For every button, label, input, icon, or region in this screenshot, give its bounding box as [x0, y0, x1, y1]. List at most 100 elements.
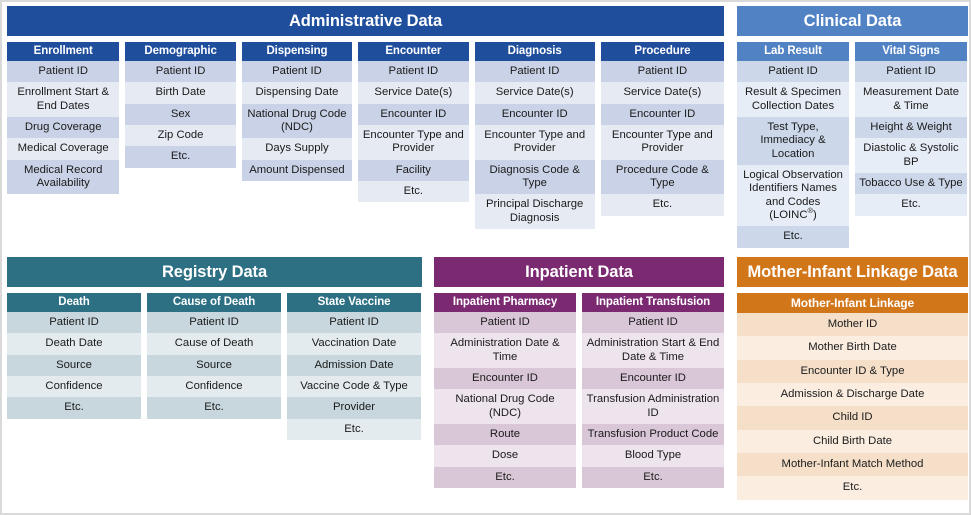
table-row: Dispensing Date [241, 82, 353, 104]
table-row: Patient ID [582, 312, 724, 334]
table-mother-infant-linkage: Mother-Infant Linkage Mother ID Mother Bir… [737, 293, 968, 500]
table-header-demographic: Demographic [125, 42, 236, 61]
table-header-inpatient-pharmacy: Inpatient Pharmacy [434, 293, 576, 312]
table-header-enrollment: Enrollment [7, 42, 120, 61]
table-row: Encounter Type and Provider [358, 124, 469, 160]
table-row: Patient ID [474, 61, 595, 83]
group-title-mother-infant-linkage-data: Mother-Infant Linkage Data [737, 257, 968, 287]
table-row: Sex [125, 103, 236, 125]
table-row: Confidence [147, 375, 281, 398]
table-row: Mother Birth Date [737, 336, 968, 360]
table-row: Blood Type [582, 445, 724, 467]
table-row: National Drug Code (NDC) [434, 389, 576, 424]
table-dispensing: Dispensing Patient ID Dispensing Date Natio… [241, 42, 353, 181]
table-row: Patient ID [241, 61, 353, 83]
table-row: Vaccine Code & Type [287, 375, 421, 398]
table-header-diagnosis: Diagnosis [474, 42, 595, 61]
table-row: Etc. [125, 146, 236, 168]
table-row: National Drug Code (NDC) [241, 103, 353, 139]
table-row: Administration Date & Time [434, 333, 576, 368]
table-row: Tobacco Use & Type [855, 172, 967, 195]
table-row: Patient ID [287, 312, 421, 334]
table-row: Encounter Type and Provider [600, 124, 724, 160]
table-row: Zip Code [125, 124, 236, 147]
table-row: Etc. [582, 466, 724, 488]
table-row: Patient ID [737, 61, 849, 83]
table-row: Etc. [287, 418, 421, 440]
table-row: Height & Weight [855, 116, 967, 139]
table-row: Source [7, 354, 141, 376]
table-row: Transfusion Product Code [582, 423, 724, 446]
table-header-dispensing: Dispensing [241, 42, 353, 61]
table-row: Patient ID [7, 61, 120, 83]
table-row: Measurement Date & Time [855, 82, 967, 117]
table-row: Encounter ID [582, 367, 724, 390]
group-columns-registry-data: Death Patient ID Death Date Source Confidenc… [7, 293, 422, 440]
table-demographic: Demographic Patient ID Birth Date Sex Zip Co… [125, 42, 236, 168]
table-row: Administration Start & End Date & Time [582, 333, 724, 368]
table-encounter: Encounter Patient ID Service Date(s) Encoun… [358, 42, 469, 203]
table-row: Vaccination Date [287, 333, 421, 355]
table-row: Encounter Type and Provider [474, 124, 595, 160]
group-administrative-data: Administrative Data Enrollment Patient ID… [7, 6, 724, 229]
table-row: Patient ID [147, 312, 281, 334]
table-row: Etc. [737, 226, 849, 248]
table-row: Etc. [147, 397, 281, 419]
table-row: Days Supply [241, 138, 353, 160]
data-model-diagram: Administrative Data Enrollment Patient ID… [0, 0, 971, 515]
group-mother-infant-linkage-data: Mother-Infant Linkage Data Mother-Infant… [737, 257, 968, 500]
table-diagnosis: Diagnosis Patient ID Service Date(s) Encoun… [474, 42, 595, 229]
table-row: Child Birth Date [737, 429, 968, 453]
table-row: Patient ID [358, 61, 469, 83]
table-header-inpatient-transfusion: Inpatient Transfusion [582, 293, 724, 312]
table-row: Amount Dispensed [241, 159, 353, 181]
table-row: Principal Discharge Diagnosis [474, 194, 595, 229]
group-columns-mother-infant-linkage-data: Mother-Infant Linkage Mother ID Mother Bir… [737, 293, 968, 500]
table-row: Service Date(s) [474, 82, 595, 104]
table-row: Medical Coverage [7, 138, 120, 160]
table-row: Admission Date [287, 354, 421, 376]
table-death: Death Patient ID Death Date Source Confidenc… [7, 293, 141, 419]
group-columns-clinical-data: Lab Result Patient ID Result & Specimen Co… [737, 42, 968, 248]
table-header-vital-signs: Vital Signs [855, 42, 967, 61]
table-row: Mother-Infant Match Method [737, 452, 968, 477]
group-registry-data: Registry Data Death Patient ID Death Date S… [7, 257, 422, 440]
table-row: Service Date(s) [600, 82, 724, 104]
table-row: Etc. [855, 194, 967, 216]
group-columns-administrative-data: Enrollment Patient ID Enrollment Start & E… [7, 42, 724, 229]
table-enrollment: Enrollment Patient ID Enrollment Start & E… [7, 42, 120, 195]
table-row: Mother ID [737, 313, 968, 337]
table-row: Result & Specimen Collection Dates [737, 82, 849, 117]
table-row: Patient ID [434, 312, 576, 334]
table-row: Etc. [434, 466, 576, 488]
table-procedure: Procedure Patient ID Service Date(s) Encoun… [600, 42, 724, 216]
table-row: Diagnosis Code & Type [474, 159, 595, 195]
group-title-clinical-data: Clinical Data [737, 6, 968, 36]
group-title-inpatient-data: Inpatient Data [434, 257, 724, 287]
group-title-registry-data: Registry Data [7, 257, 422, 287]
table-row: Service Date(s) [358, 82, 469, 104]
table-row: Admission & Discharge Date [737, 382, 968, 407]
table-row: Etc. [7, 397, 141, 419]
table-row: Etc. [600, 194, 724, 216]
table-cause-of-death: Cause of Death Patient ID Cause of Death So… [147, 293, 281, 419]
table-row: Encounter ID [358, 103, 469, 125]
table-row: Dose [434, 445, 576, 467]
group-clinical-data: Clinical Data Lab Result Patient ID Result… [737, 6, 968, 248]
group-columns-inpatient-data: Inpatient Pharmacy Patient ID Administrati… [434, 293, 724, 488]
table-row: Diastolic & Systolic BP [855, 138, 967, 173]
table-row: Cause of Death [147, 333, 281, 355]
table-row: Death Date [7, 333, 141, 355]
table-row: Logical Observation Identifiers Names an… [737, 164, 849, 227]
table-header-cause-of-death: Cause of Death [147, 293, 281, 312]
group-title-administrative-data: Administrative Data [7, 6, 724, 36]
table-inpatient-pharmacy: Inpatient Pharmacy Patient ID Administrati… [434, 293, 576, 488]
table-state-vaccine: State Vaccine Patient ID Vaccination Date A… [287, 293, 421, 440]
table-row: Encounter ID [434, 367, 576, 390]
table-row: Facility [358, 159, 469, 181]
group-inpatient-data: Inpatient Data Inpatient Pharmacy Patient… [434, 257, 724, 488]
table-row: Patient ID [855, 61, 967, 83]
table-row: Encounter ID [474, 103, 595, 125]
table-lab-result: Lab Result Patient ID Result & Specimen Co… [737, 42, 849, 248]
table-header-procedure: Procedure [600, 42, 724, 61]
